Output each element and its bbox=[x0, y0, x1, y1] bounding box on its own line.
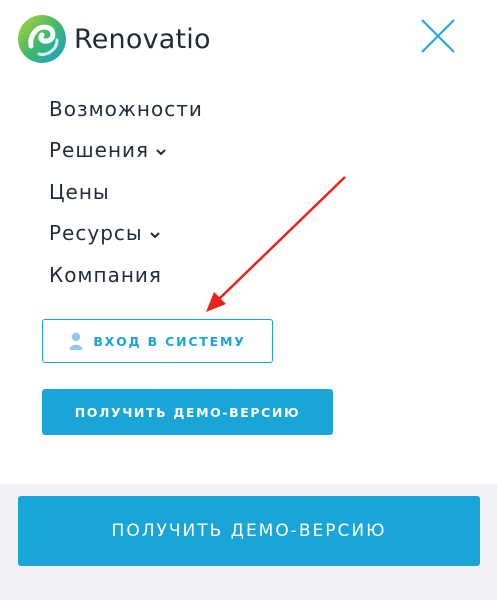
nav-item-features[interactable]: Возможности bbox=[49, 88, 203, 130]
main-nav: Возможности Решения Цены Ресурсы Компани… bbox=[49, 88, 203, 296]
renovatio-logo-icon bbox=[18, 15, 66, 63]
nav-item-label: Цены bbox=[49, 179, 110, 204]
nav-item-solutions[interactable]: Решения bbox=[49, 130, 203, 172]
logo[interactable]: Renovatio bbox=[17, 14, 211, 64]
user-icon bbox=[69, 332, 83, 350]
login-button-label: ВХОД В СИСТЕМУ bbox=[93, 333, 246, 349]
nav-item-company[interactable]: Компания bbox=[49, 254, 203, 296]
nav-item-pricing[interactable]: Цены bbox=[49, 171, 203, 213]
logo-text: Renovatio bbox=[74, 23, 211, 55]
nav-item-resources[interactable]: Ресурсы bbox=[49, 213, 203, 255]
get-demo-button[interactable]: ПОЛУЧИТЬ ДЕМО-ВЕРСИЮ bbox=[42, 389, 333, 435]
nav-item-label: Компания bbox=[49, 262, 162, 287]
nav-item-label: Решения bbox=[49, 138, 150, 163]
get-demo-button-label: ПОЛУЧИТЬ ДЕМО-ВЕРСИЮ bbox=[74, 404, 301, 420]
nav-item-label: Возможности bbox=[49, 96, 203, 121]
close-button[interactable] bbox=[420, 18, 456, 54]
mobile-menu-panel: Renovatio Возможности Решения Цены Ресур… bbox=[0, 0, 497, 484]
close-icon bbox=[421, 19, 455, 53]
get-demo-button-large-label: ПОЛУЧИТЬ ДЕМО-ВЕРСИЮ bbox=[111, 521, 387, 541]
chevron-down-icon bbox=[149, 232, 160, 239]
nav-item-label: Ресурсы bbox=[49, 221, 143, 246]
login-button[interactable]: ВХОД В СИСТЕМУ bbox=[42, 319, 273, 363]
chevron-down-icon bbox=[156, 149, 166, 156]
get-demo-button-large[interactable]: ПОЛУЧИТЬ ДЕМО-ВЕРСИЮ bbox=[18, 496, 480, 566]
